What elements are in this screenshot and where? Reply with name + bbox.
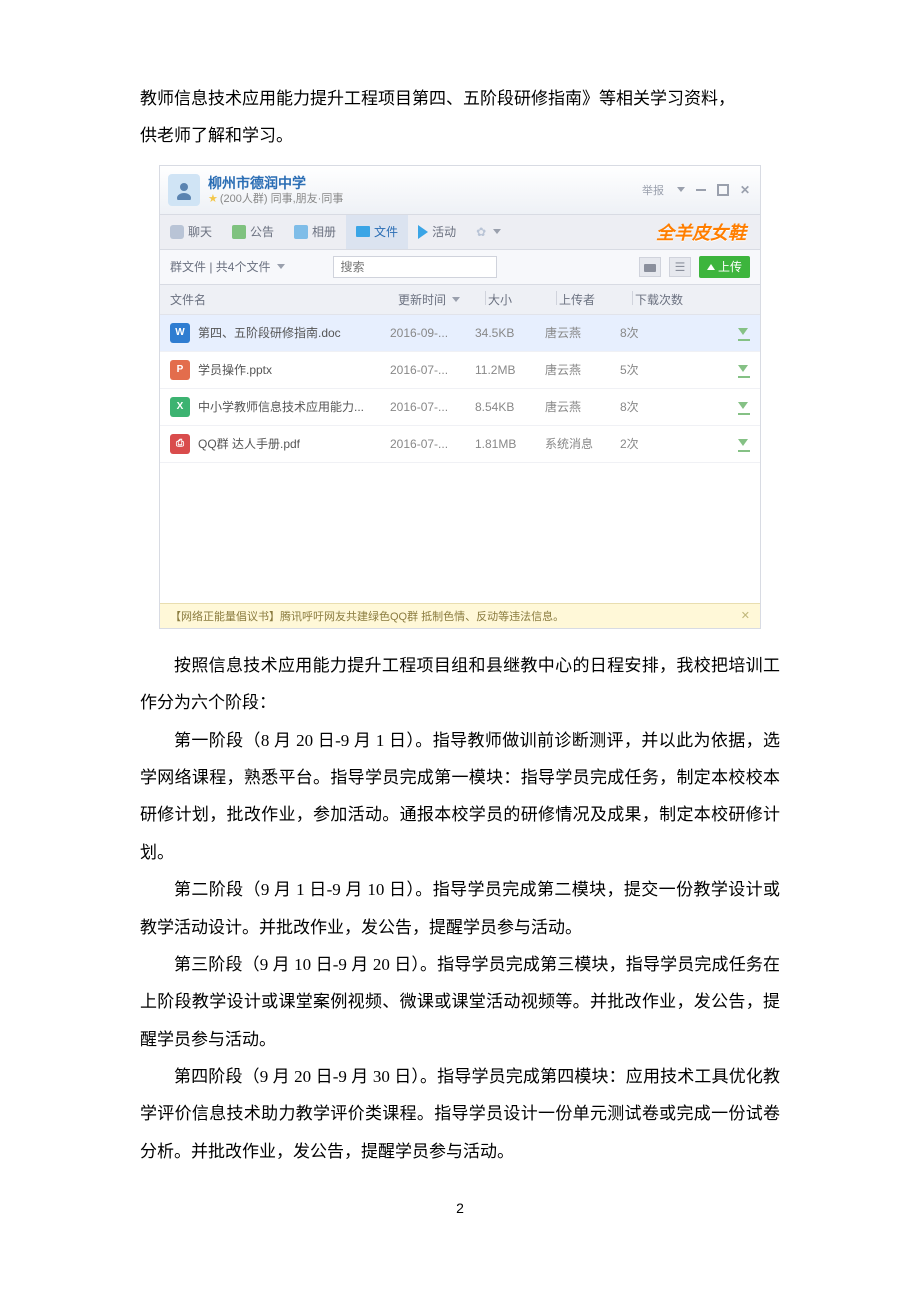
gear-icon: ✿ [476,225,486,239]
table-row[interactable]: P 学员操作.pptx 2016-07-...11.2MB唐云燕5次 [160,352,760,389]
minimize-button[interactable] [694,183,708,197]
group-name[interactable]: 柳州市德润中学 [208,174,343,192]
star-icon: ★ [208,193,218,205]
file-name: 第四、五阶段研修指南.doc [198,324,341,341]
file-name: 学员操作.pptx [198,361,272,378]
file-uploader: 唐云燕 [545,361,620,378]
table-row[interactable]: W 第四、五阶段研修指南.doc 2016-09-...34.5KB唐云燕8次 [160,315,760,352]
group-avatar-icon[interactable] [168,174,200,206]
file-type-icon: X [170,397,190,417]
file-size: 8.54KB [475,400,545,414]
file-time: 2016-07-... [390,363,475,377]
file-type-icon: ⎙ [170,434,190,454]
file-uploader: 唐云燕 [545,324,620,341]
qq-titlebar: 柳州市德润中学 ★(200人群) 同事,朋友·同事 举报 ✕ [160,166,760,215]
breadcrumb[interactable]: 群文件 | 共4个文件 [170,258,285,275]
col-header-size[interactable]: 大小 [488,291,554,308]
download-button[interactable] [738,361,750,378]
empty-area [160,463,760,603]
folder-icon [356,226,370,237]
menu-button[interactable] [672,183,686,197]
window-controls: 举报 ✕ [642,182,752,198]
folder-plus-icon [644,262,656,272]
file-uploader: 唐云燕 [545,398,620,415]
qq-group-window: 柳州市德润中学 ★(200人群) 同事,朋友·同事 举报 ✕ 聊天 公告 相册 … [159,165,761,629]
notice-icon [232,225,246,239]
avatar-silhouette-icon [174,180,194,200]
file-toolbar: 群文件 | 共4个文件 ☰ 上传 [160,250,760,285]
page-number: 2 [140,1200,780,1216]
tab-settings[interactable]: ✿ [466,215,511,249]
footer-text[interactable]: 【网络正能量倡议书】腾讯呼吁网友共建绿色QQ群 抵制色情、反动等违法信息。 [170,608,564,624]
download-icon [738,439,748,446]
download-icon [738,365,748,372]
paragraph-3: 第二阶段（9 月 1 日-9 月 10 日）。指导学员完成第二模块，提交一份教学… [140,871,780,946]
col-header-uploader[interactable]: 上传者 [559,291,630,308]
download-button[interactable] [738,435,750,452]
sort-caret-icon [452,297,460,302]
file-name: 中小学教师信息技术应用能力... [198,398,364,415]
tab-bar: 聊天 公告 相册 文件 活动 ✿ 全羊皮女鞋 [160,215,760,250]
maximize-button[interactable] [716,183,730,197]
file-size: 11.2MB [475,363,545,377]
chevron-down-icon [493,229,501,234]
download-icon [738,402,748,409]
paragraph-4: 第三阶段（9 月 10 日-9 月 20 日）。指导学员完成第三模块，指导学员完… [140,946,780,1058]
paragraph-2: 第一阶段（8 月 20 日-9 月 1 日）。指导教师做训前诊断测评，并以此为依… [140,722,780,872]
chat-icon [170,225,184,239]
group-header-text: 柳州市德润中学 ★(200人群) 同事,朋友·同事 [208,174,343,206]
file-time: 2016-09-... [390,326,475,340]
footer-bar: 【网络正能量倡议书】腾讯呼吁网友共建绿色QQ群 抵制色情、反动等违法信息。 ✕ [160,603,760,628]
table-row[interactable]: X 中小学教师信息技术应用能力... 2016-07-...8.54KB唐云燕8次 [160,389,760,426]
tab-activity[interactable]: 活动 [408,215,466,249]
tab-album[interactable]: 相册 [284,215,346,249]
intro-paragraph: 教师信息技术应用能力提升工程项目第四、五阶段研修指南》等相关学习资料， 供老师了… [140,80,780,155]
col-header-time[interactable]: 更新时间 [398,291,483,308]
download-button[interactable] [738,398,750,415]
paragraph-5: 第四阶段（9 月 20 日-9 月 30 日）。指导学员完成第四模块：应用技术工… [140,1058,780,1170]
album-icon [294,225,308,239]
file-list: W第四、五阶段研修指南.doc2016-09-...34.5KB唐云燕8次P学员… [160,315,760,463]
tab-chat[interactable]: 聊天 [160,215,222,249]
footer-close-icon[interactable]: ✕ [741,609,750,622]
file-name: QQ群 达人手册.pdf [198,435,300,452]
download-button[interactable] [738,324,750,341]
chevron-down-icon [277,264,285,269]
new-folder-button[interactable] [639,257,661,277]
file-downloads: 8次 [620,324,670,341]
file-type-icon: W [170,323,190,343]
close-button[interactable]: ✕ [738,183,752,197]
file-size: 1.81MB [475,437,545,451]
activity-icon [418,225,428,239]
file-uploader: 系统消息 [545,435,620,452]
group-subtitle: ★(200人群) 同事,朋友·同事 [208,192,343,206]
col-header-name[interactable]: 文件名 [170,291,398,308]
intro-line-2: 供老师了解和学习。 [140,126,293,145]
file-downloads: 5次 [620,361,670,378]
paragraph-1: 按照信息技术应用能力提升工程项目组和县继教中心的日程安排，我校把培训工作分为六个… [140,647,780,722]
download-icon [738,328,748,335]
search-box [333,256,497,278]
table-row[interactable]: ⎙ QQ群 达人手册.pdf 2016-07-...1.81MB系统消息2次 [160,426,760,463]
file-time: 2016-07-... [390,400,475,414]
file-type-icon: P [170,360,190,380]
intro-line-1: 教师信息技术应用能力提升工程项目第四、五阶段研修指南》等相关学习资料， [140,89,735,108]
file-downloads: 2次 [620,435,670,452]
ad-banner[interactable]: 全羊皮女鞋 [642,219,760,245]
tab-notice[interactable]: 公告 [222,215,284,249]
file-time: 2016-07-... [390,437,475,451]
search-input[interactable] [333,256,497,278]
grid-view-button[interactable]: ☰ [669,257,691,277]
upload-button[interactable]: 上传 [699,256,750,278]
table-header: 文件名 更新时间 大小 上传者 下载次数 [160,285,760,315]
file-size: 34.5KB [475,326,545,340]
tab-file[interactable]: 文件 [346,215,408,249]
file-downloads: 8次 [620,398,670,415]
col-header-downloads[interactable]: 下载次数 [635,291,683,308]
upload-icon [707,264,715,270]
report-link[interactable]: 举报 [642,182,664,198]
